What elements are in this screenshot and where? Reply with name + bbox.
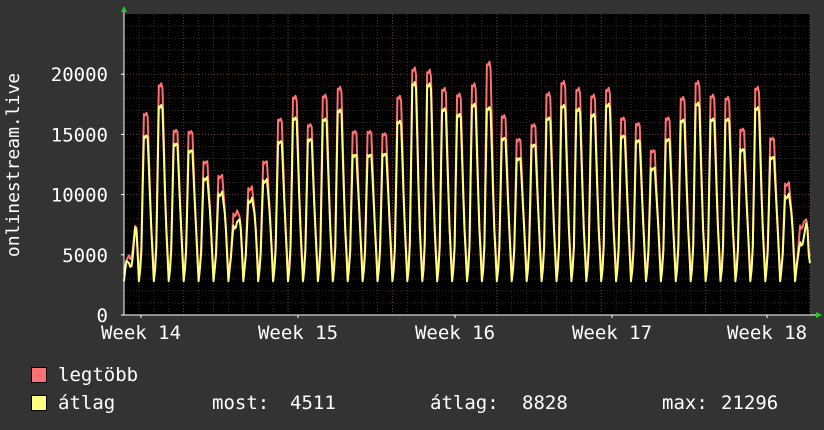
x-tick-label: Week 18 xyxy=(727,322,807,344)
y-axis-arrow xyxy=(121,6,127,12)
legend-swatch-atlag xyxy=(31,395,47,411)
x-tick-label: Week 14 xyxy=(101,322,181,344)
stat-atlag-value: 8828 xyxy=(522,392,568,414)
x-tick-labels: Week 14 Week 15 Week 16 Week 17 Week 18 xyxy=(101,315,807,344)
legend-label-atlag: átlag xyxy=(58,392,116,414)
y-tick-labels: 05000100001500020000 xyxy=(51,64,124,327)
y-tick-label: 15000 xyxy=(51,124,108,146)
legend-label-legtobb: legtöbb xyxy=(58,364,139,386)
x-tick-label: Week 16 xyxy=(415,322,495,344)
legend-swatch-legtobb xyxy=(31,367,47,383)
stat-most-value: 4511 xyxy=(290,392,336,414)
stat-max-value: 21296 xyxy=(721,392,779,414)
y-axis-label: onlinestream.live xyxy=(3,73,24,257)
y-tick-label: 10000 xyxy=(51,185,108,207)
stat-most-label: most: xyxy=(212,392,270,414)
y-tick-label: 20000 xyxy=(51,64,108,86)
x-axis-arrow xyxy=(816,312,822,318)
x-tick-label: Week 15 xyxy=(258,322,338,344)
y-tick-label: 5000 xyxy=(62,245,108,267)
x-tick-label: Week 17 xyxy=(572,322,652,344)
stat-atlag-label: átlag: xyxy=(430,392,499,414)
stat-max-label: max: xyxy=(662,392,708,414)
